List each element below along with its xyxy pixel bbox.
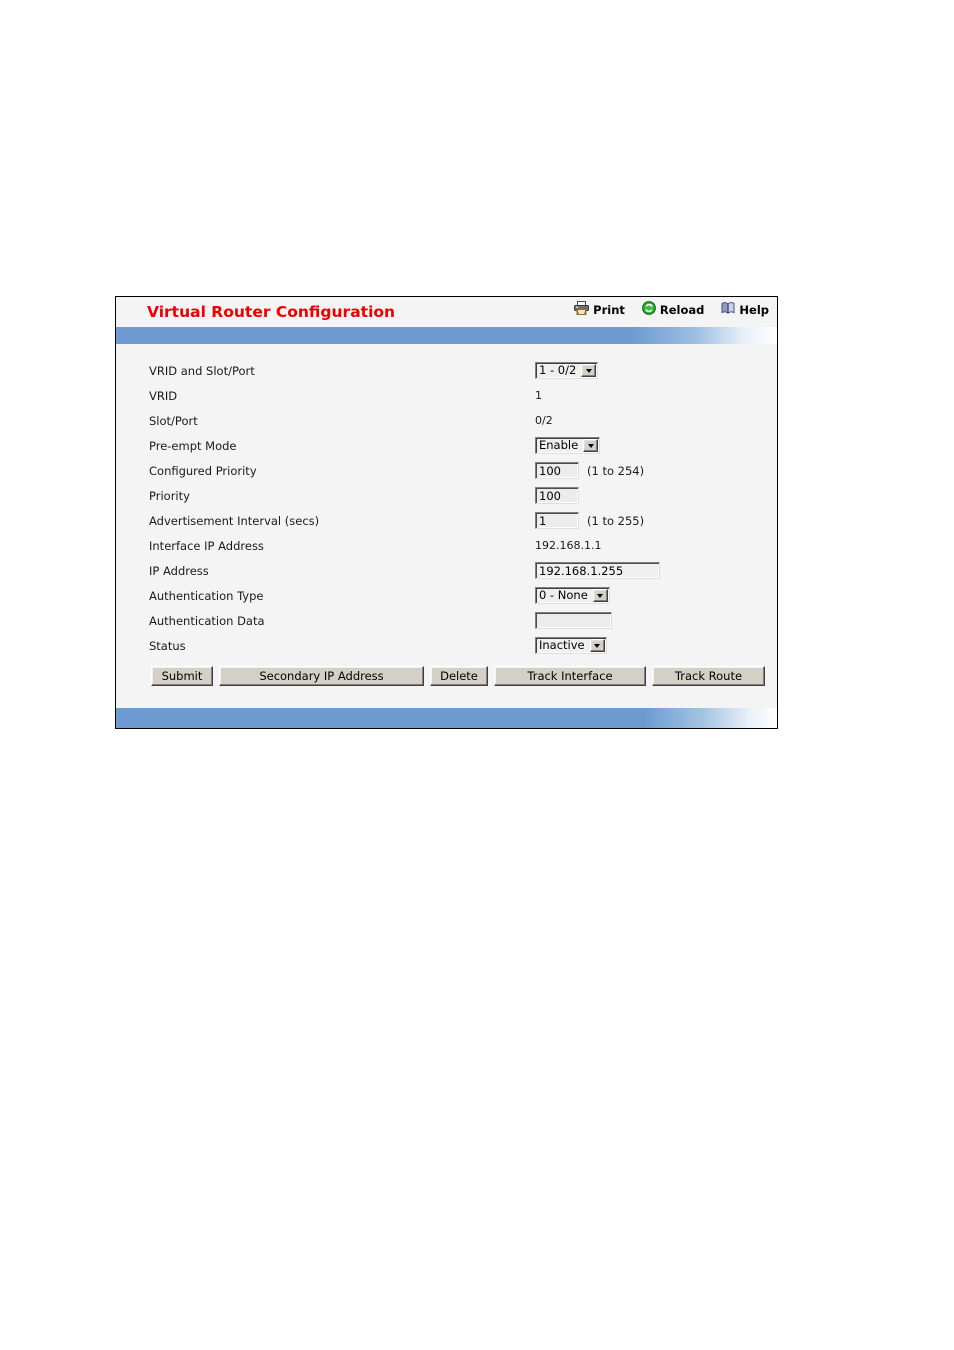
authentication-type-select-value: 0 - None: [539, 588, 588, 602]
pre-empt-mode-select-value: Enable: [539, 438, 579, 452]
footer-accent-bar: [116, 708, 777, 728]
label-pre-empt-mode: Pre-empt Mode: [149, 438, 237, 453]
value-vrid: 1: [535, 389, 542, 402]
chevron-down-icon[interactable]: [592, 589, 608, 602]
action-button-row: Submit Secondary IP Address Delete Track…: [116, 666, 777, 686]
page-title: Virtual Router Configuration: [147, 303, 396, 321]
row-advertisement-interval: Advertisement Interval (secs) (1 to 255): [116, 508, 777, 533]
chevron-down-icon[interactable]: [589, 639, 605, 652]
reload-label: Reload: [659, 302, 705, 317]
label-slot-port: Slot/Port: [149, 413, 198, 428]
row-configured-priority: Configured Priority (1 to 254): [116, 458, 777, 483]
help-button[interactable]: Help: [721, 301, 769, 318]
panel-titlebar: Virtual Router Configuration Print Reloa…: [116, 297, 777, 327]
label-vrid: VRID: [149, 388, 178, 403]
row-authentication-type: Authentication Type 0 - None: [116, 583, 777, 608]
vrid-slot-port-select-value: 1 - 0/2: [539, 363, 577, 377]
row-vrid-and-slot-port: VRID and Slot/Port 1 - 0/2: [116, 358, 777, 383]
label-authentication-data: Authentication Data: [149, 613, 265, 628]
value-interface-ip-address: 192.168.1.1: [535, 539, 602, 552]
row-ip-address: IP Address: [116, 558, 777, 583]
print-label: Print: [593, 302, 625, 317]
row-status: Status Inactive: [116, 633, 777, 658]
book-icon: [721, 301, 735, 318]
label-vrid-and-slot-port: VRID and Slot/Port: [149, 363, 255, 378]
header-accent-bar: [116, 327, 777, 344]
row-interface-ip-address: Interface IP Address 192.168.1.1: [116, 533, 777, 558]
label-advertisement-interval: Advertisement Interval (secs): [149, 513, 320, 528]
value-vrid-and-slot-port: 1 - 0/2: [535, 362, 599, 379]
chevron-down-icon[interactable]: [581, 364, 597, 377]
ip-address-input[interactable]: [535, 562, 660, 579]
value-advertisement-interval: (1 to 255): [535, 512, 644, 529]
label-priority: Priority: [149, 488, 190, 503]
reload-icon: [641, 301, 656, 318]
row-vrid: VRID 1: [116, 383, 777, 408]
secondary-ip-address-button[interactable]: Secondary IP Address: [219, 666, 424, 686]
label-ip-address: IP Address: [149, 563, 209, 578]
pre-empt-mode-select[interactable]: Enable: [535, 437, 601, 454]
value-slot-port: 0/2: [535, 414, 553, 427]
reload-button[interactable]: Reload: [641, 301, 705, 318]
value-configured-priority: (1 to 254): [535, 462, 644, 479]
submit-button[interactable]: Submit: [151, 666, 213, 686]
value-ip-address: [535, 562, 660, 579]
form-body: VRID and Slot/Port 1 - 0/2 VRID 1 Slot/P…: [116, 344, 777, 710]
value-priority: [535, 487, 579, 504]
row-priority: Priority: [116, 483, 777, 508]
authentication-type-select[interactable]: 0 - None: [535, 587, 610, 604]
label-authentication-type: Authentication Type: [149, 588, 264, 603]
status-select-value: Inactive: [539, 638, 585, 652]
label-status: Status: [149, 638, 186, 653]
row-authentication-data: Authentication Data: [116, 608, 777, 633]
chevron-down-icon[interactable]: [583, 439, 599, 452]
priority-input[interactable]: [535, 487, 579, 504]
advertisement-interval-hint: (1 to 255): [587, 513, 645, 528]
value-status: Inactive: [535, 637, 607, 654]
value-authentication-type: 0 - None: [535, 587, 610, 604]
advertisement-interval-input[interactable]: [535, 512, 579, 529]
vrid-slot-port-select[interactable]: 1 - 0/2: [535, 362, 599, 379]
label-configured-priority: Configured Priority: [149, 463, 257, 478]
virtual-router-configuration-panel: Virtual Router Configuration Print Reloa…: [115, 296, 778, 729]
print-button[interactable]: Print: [574, 301, 625, 318]
configured-priority-hint: (1 to 254): [587, 463, 645, 478]
label-interface-ip-address: Interface IP Address: [149, 538, 264, 553]
track-interface-button[interactable]: Track Interface: [494, 666, 646, 686]
value-pre-empt-mode: Enable: [535, 437, 601, 454]
row-pre-empt-mode: Pre-empt Mode Enable: [116, 433, 777, 458]
status-select[interactable]: Inactive: [535, 637, 607, 654]
track-route-button[interactable]: Track Route: [652, 666, 765, 686]
value-authentication-data: [535, 612, 612, 629]
delete-button[interactable]: Delete: [430, 666, 488, 686]
row-slot-port: Slot/Port 0/2: [116, 408, 777, 433]
panel-toolbar: Print Reload Help: [574, 301, 769, 318]
printer-icon: [574, 301, 590, 318]
configured-priority-input[interactable]: [535, 462, 579, 479]
help-label: Help: [739, 302, 769, 317]
authentication-data-input[interactable]: [535, 612, 612, 629]
